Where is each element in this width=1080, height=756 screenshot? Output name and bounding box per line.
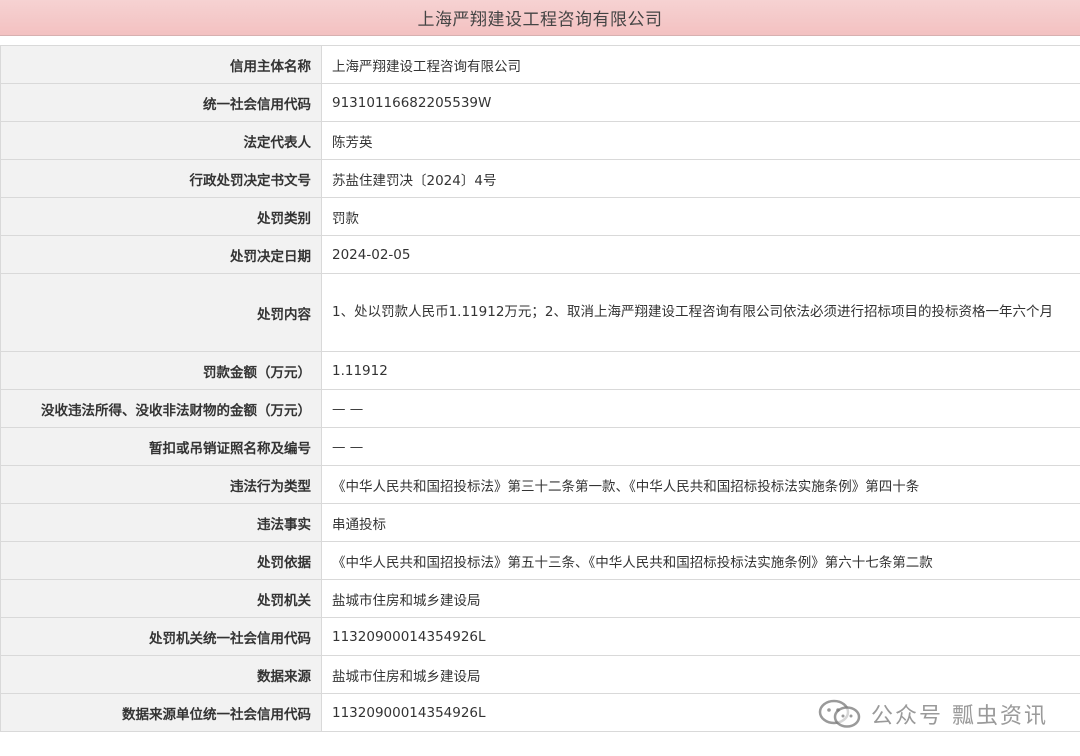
row-value: 《中华人民共和国招投标法》第五十三条、《中华人民共和国招标投标法实施条例》第六十… [321,541,1080,580]
row-value: — — [321,389,1080,428]
row-label: 处罚类别 [0,197,322,236]
row-value: 91310116682205539W [321,83,1080,122]
row-value: 1.11912 [321,351,1080,390]
row-value: 11320900014354926L [321,617,1080,656]
row-value: 苏盐住建罚决〔2024〕4号 [321,159,1080,198]
table-row: 罚款金额（万元） 1.11912 [0,351,1080,390]
row-value: 罚款 [321,197,1080,236]
table-row: 法定代表人 陈芳英 [0,121,1080,160]
row-label: 罚款金额（万元） [0,351,322,390]
row-value: 盐城市住房和城乡建设局 [321,579,1080,618]
table-row: 违法事实 串通投标 [0,503,1080,542]
table-row: 处罚内容 1、处以罚款人民币1.11912万元；2、取消上海严翔建设工程咨询有限… [0,273,1080,352]
wechat-icon [818,699,861,728]
row-value: 盐城市住房和城乡建设局 [321,655,1080,694]
row-label: 数据来源单位统一社会信用代码 [0,693,322,732]
row-value: 1、处以罚款人民币1.11912万元；2、取消上海严翔建设工程咨询有限公司依法必… [321,273,1080,352]
row-value: — — [321,427,1080,466]
table-row: 没收违法所得、没收非法财物的金额（万元） — — [0,389,1080,428]
row-label: 违法行为类型 [0,465,322,504]
table-row: 违法行为类型 《中华人民共和国招投标法》第三十二条第一款、《中华人民共和国招标投… [0,465,1080,504]
row-label: 统一社会信用代码 [0,83,322,122]
row-label: 处罚机关统一社会信用代码 [0,617,322,656]
row-label: 暂扣或吊销证照名称及编号 [0,427,322,466]
row-label: 处罚决定日期 [0,235,322,274]
table-row: 处罚机关统一社会信用代码 11320900014354926L [0,617,1080,656]
table-row: 暂扣或吊销证照名称及编号 — — [0,427,1080,466]
table-row: 处罚决定日期 2024-02-05 [0,235,1080,274]
page-title: 上海严翔建设工程咨询有限公司 [417,10,663,30]
watermark-text: 公众号 瓢虫资讯 [871,704,1048,729]
row-label: 行政处罚决定书文号 [0,159,322,198]
row-label: 没收违法所得、没收非法财物的金额（万元） [0,389,322,428]
table-row: 数据来源 盐城市住房和城乡建设局 [0,655,1080,694]
row-label: 处罚依据 [0,541,322,580]
watermark: 公众号 瓢虫资讯 [817,698,1048,730]
row-label: 信用主体名称 [0,45,322,84]
row-value: 串通投标 [321,503,1080,542]
row-label: 处罚机关 [0,579,322,618]
penalty-info-table: 信用主体名称 上海严翔建设工程咨询有限公司 统一社会信用代码 913101166… [0,45,1080,732]
table-row: 行政处罚决定书文号 苏盐住建罚决〔2024〕4号 [0,159,1080,198]
table-row: 信用主体名称 上海严翔建设工程咨询有限公司 [0,45,1080,84]
page-header: 上海严翔建设工程咨询有限公司 [0,0,1080,36]
table-row: 处罚依据 《中华人民共和国招投标法》第五十三条、《中华人民共和国招标投标法实施条… [0,541,1080,580]
table-row: 处罚类别 罚款 [0,197,1080,236]
row-value: 陈芳英 [321,121,1080,160]
row-value: 2024-02-05 [321,235,1080,274]
row-label: 处罚内容 [0,273,322,352]
row-label: 违法事实 [0,503,322,542]
row-value: 上海严翔建设工程咨询有限公司 [321,45,1080,84]
row-label: 数据来源 [0,655,322,694]
row-value: 《中华人民共和国招投标法》第三十二条第一款、《中华人民共和国招标投标法实施条例》… [321,465,1080,504]
row-label: 法定代表人 [0,121,322,160]
table-row: 统一社会信用代码 91310116682205539W [0,83,1080,122]
table-row: 处罚机关 盐城市住房和城乡建设局 [0,579,1080,618]
